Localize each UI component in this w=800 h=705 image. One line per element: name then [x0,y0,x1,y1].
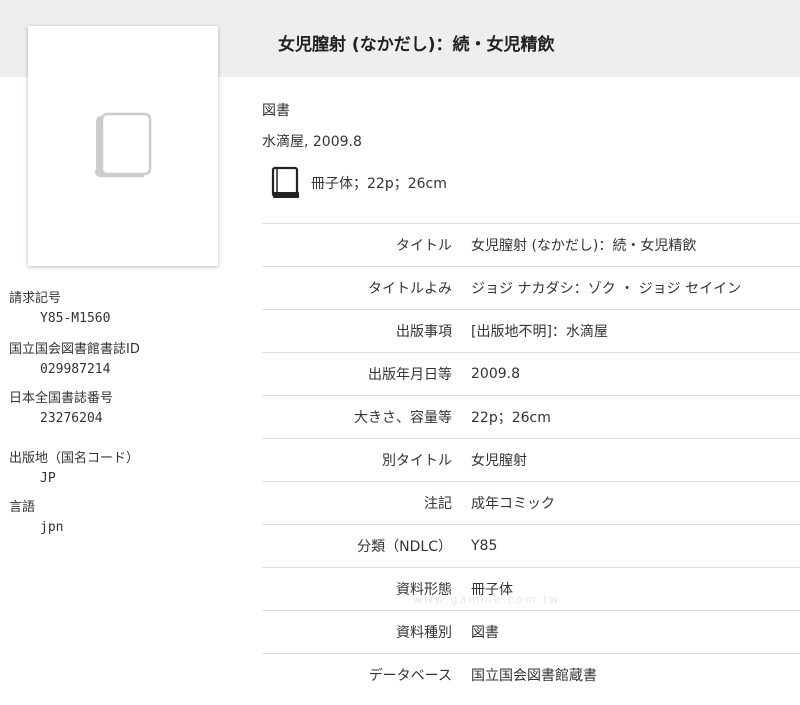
table-row: 大きさ、容量等 22p；26cm [262,395,800,439]
table-row: 注記 成年コミック [262,481,800,525]
row-value: Y85 [471,538,498,554]
meta-label: 日本全国書誌番号 [9,391,114,406]
row-label: 出版事項 [396,324,452,340]
row-value: 22p；26cm [471,410,551,426]
meta-value: Y85-M1560 [40,311,111,326]
bibliographic-details-table: タイトル 女児膣射 (なかだし)：続・女児精飲 タイトルよみ ジョジ ナカダシ：… [262,223,800,697]
table-row: 別タイトル 女児膣射 [262,438,800,482]
table-row: 出版年月日等 2009.8 [262,352,800,396]
page: 女児膣射 (なかだし)：続・女児精飲 請求記号 Y85-M1560 国立国会図書… [0,0,800,705]
row-value: ジョジ ナカダシ：ゾク ・ ジョジ セイイン [471,281,742,297]
row-label: 出版年月日等 [368,367,452,383]
row-value: 成年コミック [471,496,555,512]
book-icon [271,166,299,198]
book-placeholder-icon [94,112,152,178]
page-title: 女児膣射 (なかだし)：続・女児精飲 [278,35,555,55]
table-row: 資料種別 図書 [262,610,800,654]
meta-language: 言語 jpn [9,498,63,538]
row-label: 注記 [424,496,452,512]
meta-label: 言語 [9,500,36,515]
row-label: 別タイトル [382,453,452,469]
table-row: タイトル 女児膣射 (なかだし)：続・女児精飲 [262,223,800,267]
row-value: [出版地不明]：水滴屋 [471,324,608,340]
table-row: 分類（NDLC） Y85 [262,524,800,568]
meta-country-code: 出版地（国名コード） JP [9,449,139,489]
meta-label: 出版地（国名コード） [9,451,140,466]
row-value: 図書 [471,625,499,641]
meta-label: 国立国会図書館書誌ID [9,342,140,357]
meta-call-number: 請求記号 Y85-M1560 [9,289,110,329]
meta-value: 23276204 [40,411,103,426]
row-label: 分類（NDLC） [357,539,452,555]
meta-ndl-id: 国立国会図書館書誌ID 029987214 [9,340,140,380]
row-label: タイトル [396,238,452,254]
meta-jp-number: 日本全国書誌番号 23276204 [9,389,113,429]
cover-thumbnail [28,26,218,266]
table-row: 出版事項 [出版地不明]：水滴屋 [262,309,800,353]
format-summary: 冊子体；22p；26cm [311,176,447,192]
row-value: 女児膣射 [471,453,527,469]
meta-label: 請求記号 [9,291,62,306]
row-label: 大きさ、容量等 [354,410,452,426]
table-row: タイトルよみ ジョジ ナカダシ：ゾク ・ ジョジ セイイン [262,266,800,310]
table-row: データベース 国立国会図書館蔵書 [262,653,800,697]
row-value: 女児膣射 (なかだし)：続・女児精飲 [471,238,697,254]
row-label: 資料種別 [396,625,452,641]
row-value: 2009.8 [471,366,520,382]
row-label: データベース [368,668,452,685]
row-label: タイトルよみ [368,281,452,297]
watermark: www.gamme.com.tw [413,593,561,606]
meta-value: 029987214 [40,362,111,377]
row-value: 国立国会図書館蔵書 [471,668,597,685]
meta-value: JP [40,471,56,486]
publisher-date: 水滴屋, 2009.8 [262,134,362,150]
material-type: 図書 [262,103,290,119]
meta-value: jpn [40,520,64,535]
